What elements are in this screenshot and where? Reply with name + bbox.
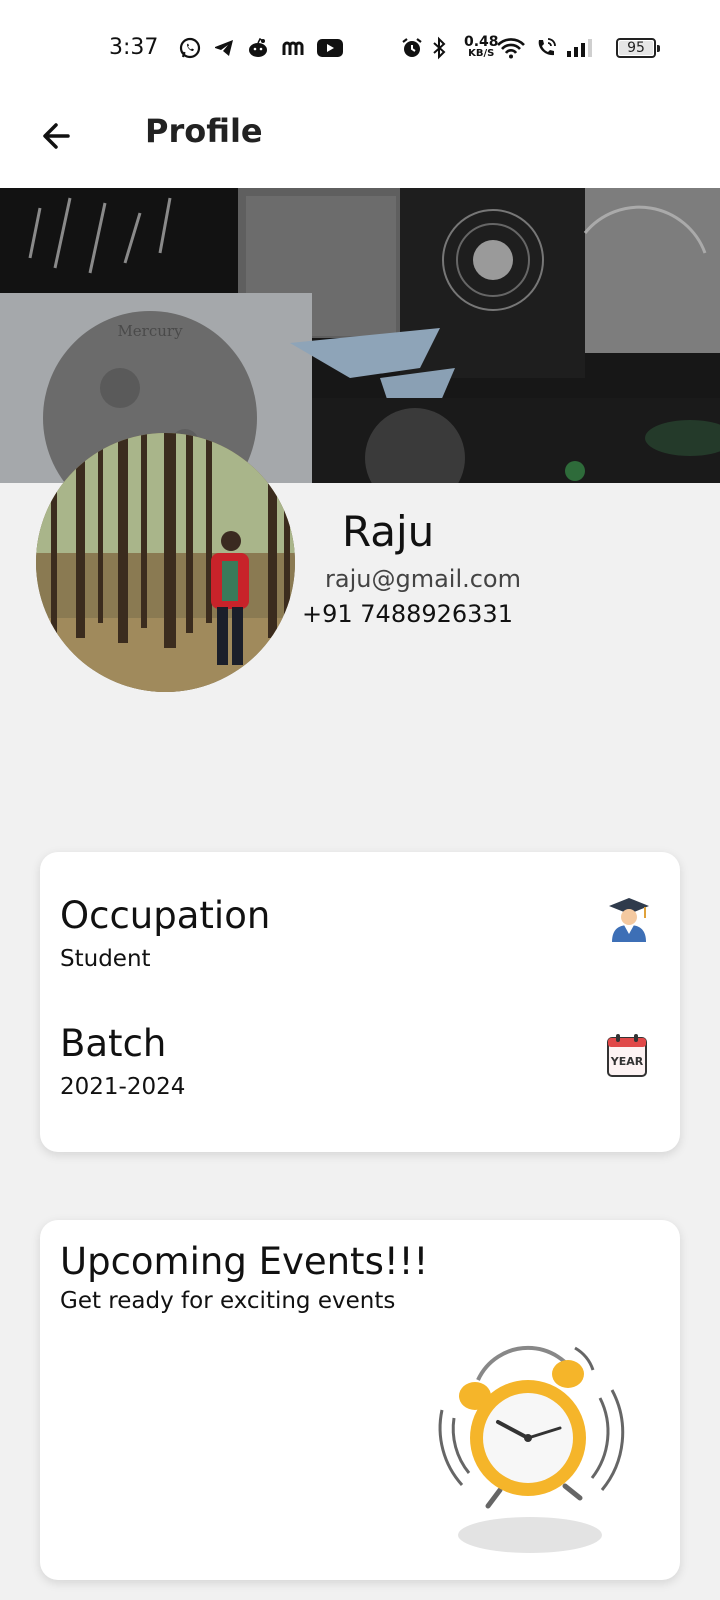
events-title: Upcoming Events!!! — [60, 1240, 429, 1283]
back-arrow-icon — [43, 123, 70, 149]
events-card[interactable]: Upcoming Events!!! Get ready for excitin… — [40, 1220, 680, 1580]
wifi-calling-icon — [538, 38, 556, 56]
avatar-photo — [36, 433, 295, 692]
occupation-value: Student — [60, 946, 151, 972]
wifi-icon — [497, 38, 525, 59]
graduate-icon — [609, 898, 649, 942]
cover-image: Mercury — [0, 188, 720, 483]
app-bar: Profile — [0, 96, 720, 188]
page-title: Profile — [145, 112, 263, 150]
cover-collage: Mercury — [0, 188, 720, 483]
batch-label: Batch — [60, 1022, 167, 1065]
events-subtitle: Get ready for exciting events — [60, 1288, 396, 1314]
network-speed: 0.48 KB/S — [464, 34, 499, 60]
batch-value: 2021-2024 — [60, 1074, 186, 1100]
status-time: 3:37 — [109, 35, 159, 60]
youtube-icon — [317, 39, 343, 57]
profile-avatar[interactable] — [36, 433, 295, 692]
back-button[interactable] — [30, 110, 82, 162]
bluetooth-icon — [433, 36, 446, 60]
profile-email: raju@gmail.com — [325, 565, 521, 593]
reddit-icon — [249, 37, 267, 57]
whatsapp-icon — [179, 37, 201, 59]
cover-caption: Mercury — [117, 322, 183, 340]
profile-phone: +91 7488926331 — [302, 600, 513, 628]
network-speed-value: 0.48 — [464, 34, 499, 50]
network-speed-unit: KB/S — [468, 48, 495, 59]
telegram-icon — [215, 40, 233, 56]
info-card: Occupation Student Batch 2021-2024 YEAR — [40, 852, 680, 1152]
medium-icon — [282, 41, 304, 55]
profile-name: Raju — [342, 507, 435, 556]
alarm-icon — [402, 38, 422, 57]
battery-indicator: 95 — [616, 38, 660, 58]
calendar-year-text: YEAR — [610, 1055, 644, 1068]
occupation-label: Occupation — [60, 894, 271, 937]
battery-level: 95 — [627, 40, 645, 56]
signal-icon — [567, 39, 592, 57]
alarm-clock-illustration — [438, 1345, 625, 1553]
calendar-year-icon: YEAR — [607, 1034, 647, 1077]
status-bar: 3:37 0.48 KB/S 95 — [0, 0, 720, 96]
